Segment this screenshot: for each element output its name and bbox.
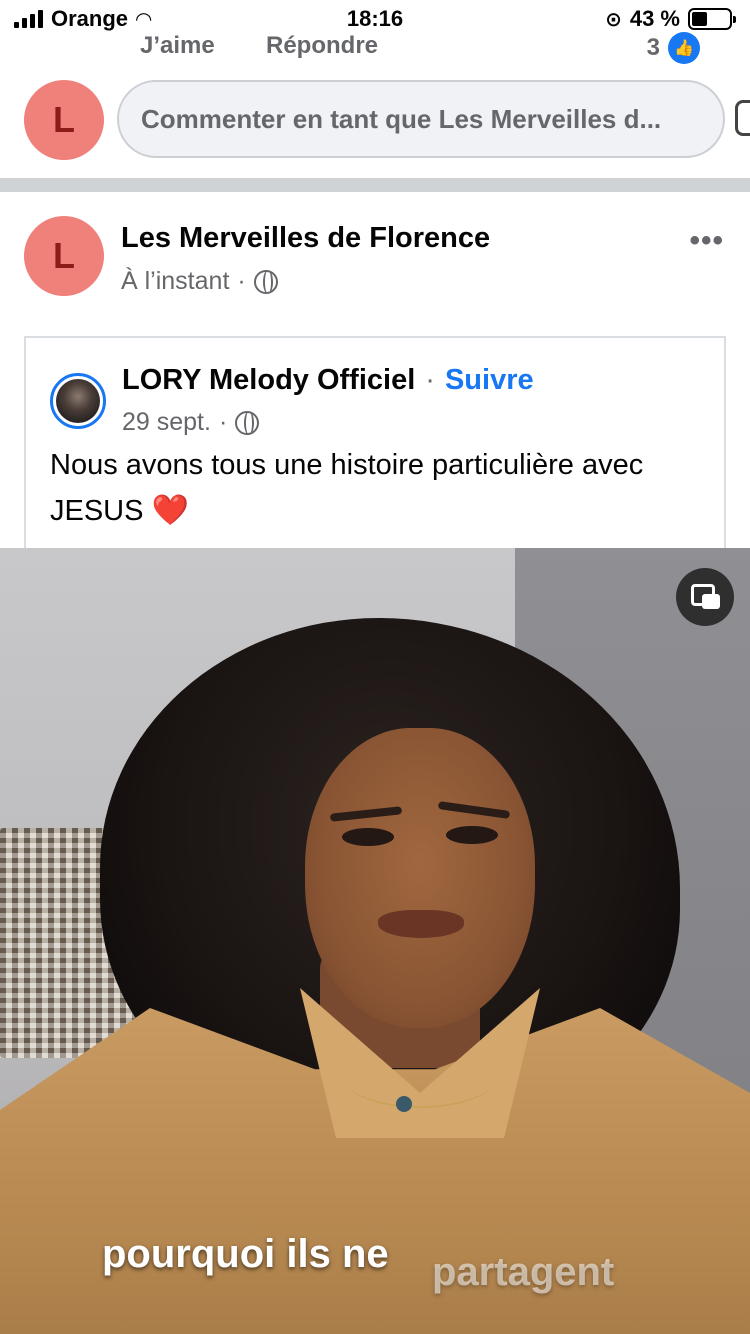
shared-author-avatar[interactable] — [50, 373, 106, 429]
more-options-button[interactable]: ••• — [689, 224, 724, 258]
video-subtitle: pourquoi ils ne — [102, 1232, 389, 1276]
left-eye — [342, 828, 394, 846]
necklace — [345, 1048, 495, 1108]
rotation-lock-icon: ⊙ — [605, 8, 622, 31]
post-time[interactable]: À l’instant — [121, 267, 229, 296]
picture-in-picture-icon[interactable] — [676, 568, 734, 626]
video-subtitle-faded: partagent — [432, 1250, 615, 1294]
comment-input[interactable]: Commenter en tant que Les Merveilles d..… — [117, 80, 725, 158]
person-mouth — [378, 910, 464, 938]
post-author[interactable]: Les Merveilles de Florence — [121, 222, 490, 255]
shared-date[interactable]: 29 sept. — [122, 408, 211, 437]
shared-text: Nous avons tous une histoire particulièr… — [50, 449, 644, 527]
meta-separator: · — [237, 267, 246, 295]
shared-post-text: Nous avons tous une histoire particulièr… — [50, 442, 700, 534]
feed-divider — [0, 178, 750, 192]
comment-composer: L Commenter en tant que Les Merveilles d… — [0, 78, 750, 162]
post-avatar[interactable]: L — [24, 216, 104, 296]
avatar[interactable]: L — [24, 80, 104, 160]
reaction-count[interactable]: 3 👍 — [647, 32, 700, 64]
shared-meta: 29 sept. · — [122, 408, 260, 437]
heart-emoji: ❤️ — [151, 494, 189, 527]
person-face — [305, 728, 535, 1028]
camera-icon[interactable] — [735, 100, 750, 136]
post-header: L Les Merveilles de Florence À l’instant… — [0, 192, 750, 332]
shared-author-line: LORY Melody Officiel · Suivre — [122, 364, 534, 397]
globe-icon — [235, 410, 260, 435]
post-meta: À l’instant · — [121, 267, 278, 296]
pendant — [396, 1096, 412, 1112]
thumbs-up-icon: 👍 — [668, 32, 700, 64]
battery-icon — [688, 8, 736, 30]
shared-author[interactable]: LORY Melody Officiel — [122, 364, 415, 397]
right-eye — [446, 826, 498, 844]
battery-info: ⊙ 43 % — [605, 6, 736, 32]
globe-icon — [253, 269, 278, 294]
comment-actions: J’aime Répondre 3 👍 — [0, 30, 750, 66]
video-player[interactable]: pourquoi ils ne partagent — [0, 548, 750, 1334]
comment-like-button[interactable]: J’aime — [140, 32, 215, 60]
follow-button[interactable]: Suivre — [445, 364, 534, 397]
reaction-count-value: 3 — [646, 34, 660, 61]
comment-reply-button[interactable]: Répondre — [266, 32, 378, 60]
shared-post[interactable]: LORY Melody Officiel · Suivre 29 sept. ·… — [24, 336, 726, 548]
shared-meta-separator: · — [218, 408, 228, 436]
battery-percent: 43 % — [629, 6, 680, 31]
shared-separator: · — [425, 364, 435, 396]
